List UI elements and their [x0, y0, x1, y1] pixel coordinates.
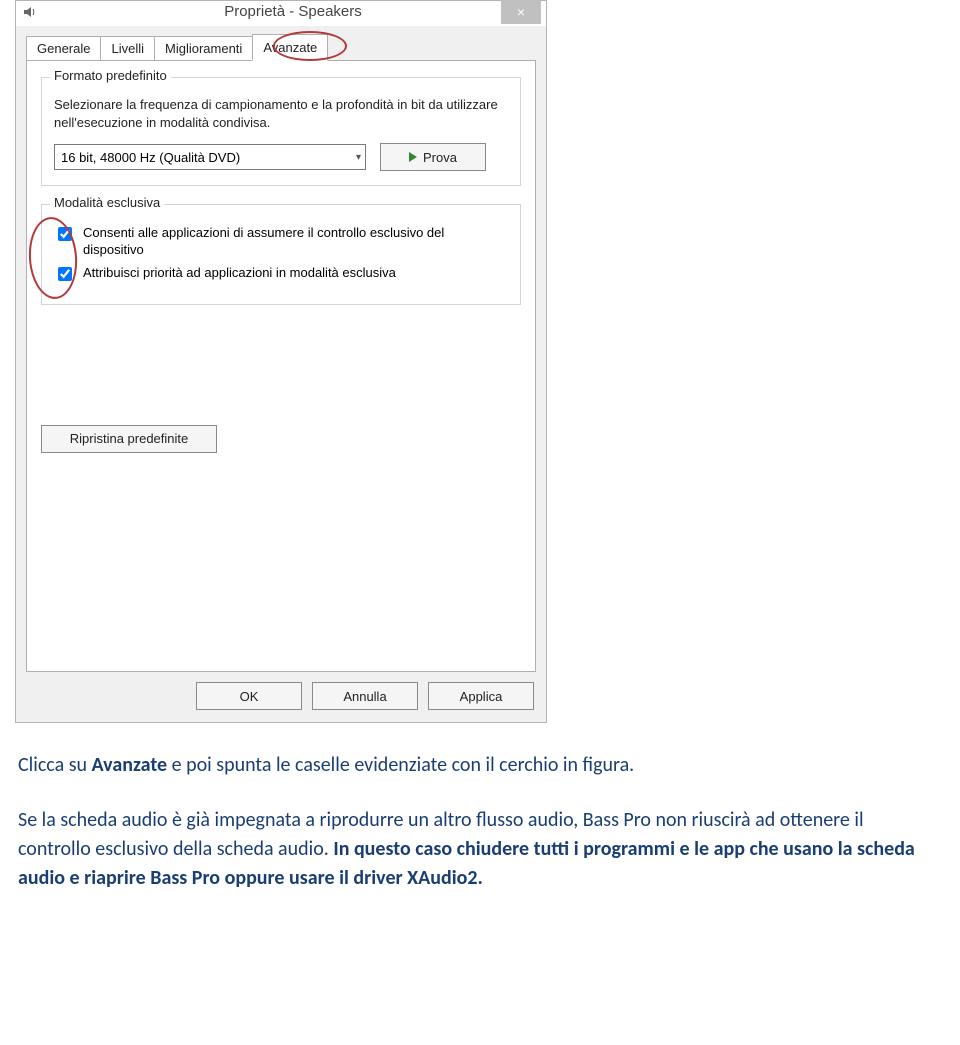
- tab-avanzate[interactable]: Avanzate: [252, 34, 328, 61]
- bold-avanzate: Avanzate: [92, 753, 168, 777]
- ok-button[interactable]: OK: [196, 682, 302, 710]
- chevron-down-icon: ▾: [356, 152, 361, 163]
- apply-label: Applica: [460, 689, 503, 704]
- group-formato-predefinito: Formato predefinito Selezionare la frequ…: [41, 77, 521, 186]
- group-legend: Modalità esclusiva: [50, 195, 164, 210]
- text: Clicca su: [18, 753, 92, 777]
- test-button[interactable]: Prova: [380, 143, 486, 171]
- restore-label: Ripristina predefinite: [70, 431, 189, 446]
- dialog-button-row: OK Annulla Applica: [26, 672, 536, 712]
- format-combobox[interactable]: 16 bit, 48000 Hz (Qualità DVD) ▾: [54, 144, 366, 170]
- restore-defaults-button[interactable]: Ripristina predefinite: [41, 425, 217, 453]
- format-row: 16 bit, 48000 Hz (Qualità DVD) ▾ Prova: [54, 143, 508, 171]
- cancel-label: Annulla: [343, 689, 386, 704]
- close-icon: ×: [517, 4, 525, 20]
- checkbox-row-2[interactable]: Attribuisci priorità ad applicazioni in …: [54, 265, 508, 284]
- ok-label: OK: [240, 689, 259, 704]
- format-description: Selezionare la frequenza di campionament…: [54, 96, 508, 131]
- group-modalita-esclusiva: Modalità esclusiva Consenti alle applica…: [41, 204, 521, 305]
- tab-panel-avanzate: Formato predefinito Selezionare la frequ…: [26, 60, 536, 672]
- paragraph-1: Clicca su Avanzate e poi spunta le casel…: [18, 751, 938, 780]
- speaker-sysicon: [22, 4, 38, 20]
- paragraph-2: Se la scheda audio è già impegnata a rip…: [18, 806, 938, 893]
- dialog-body: Generale Livelli Miglioramenti Avanzate …: [16, 26, 546, 722]
- restore-row: Ripristina predefinite: [41, 425, 521, 453]
- titlebar: Proprietà - Speakers ×: [16, 1, 546, 26]
- properties-dialog: Proprietà - Speakers × Generale Livelli …: [15, 0, 547, 723]
- group-legend: Formato predefinito: [50, 68, 171, 83]
- combo-value: 16 bit, 48000 Hz (Qualità DVD): [61, 150, 240, 165]
- cancel-button[interactable]: Annulla: [312, 682, 418, 710]
- close-button[interactable]: ×: [501, 0, 541, 24]
- tab-miglioramenti[interactable]: Miglioramenti: [154, 36, 253, 61]
- checkbox-exclusive-priority[interactable]: [58, 267, 72, 281]
- tab-generale[interactable]: Generale: [26, 36, 101, 61]
- apply-button[interactable]: Applica: [428, 682, 534, 710]
- tab-livelli[interactable]: Livelli: [100, 36, 155, 61]
- dialog-title: Proprietà - Speakers: [46, 3, 540, 20]
- checkbox-label: Attribuisci priorità ad applicazioni in …: [83, 265, 396, 282]
- checkbox-row-1[interactable]: Consenti alle applicazioni di assumere i…: [54, 225, 508, 259]
- tab-strip: Generale Livelli Miglioramenti Avanzate: [26, 34, 536, 61]
- article-text: Clicca su Avanzate e poi spunta le casel…: [18, 751, 938, 893]
- play-icon: [409, 152, 417, 162]
- test-button-label: Prova: [423, 150, 457, 165]
- checkbox-label: Consenti alle applicazioni di assumere i…: [83, 225, 508, 259]
- checkbox-exclusive-control[interactable]: [58, 227, 72, 241]
- text: e poi spunta le caselle evidenziate con …: [167, 753, 634, 777]
